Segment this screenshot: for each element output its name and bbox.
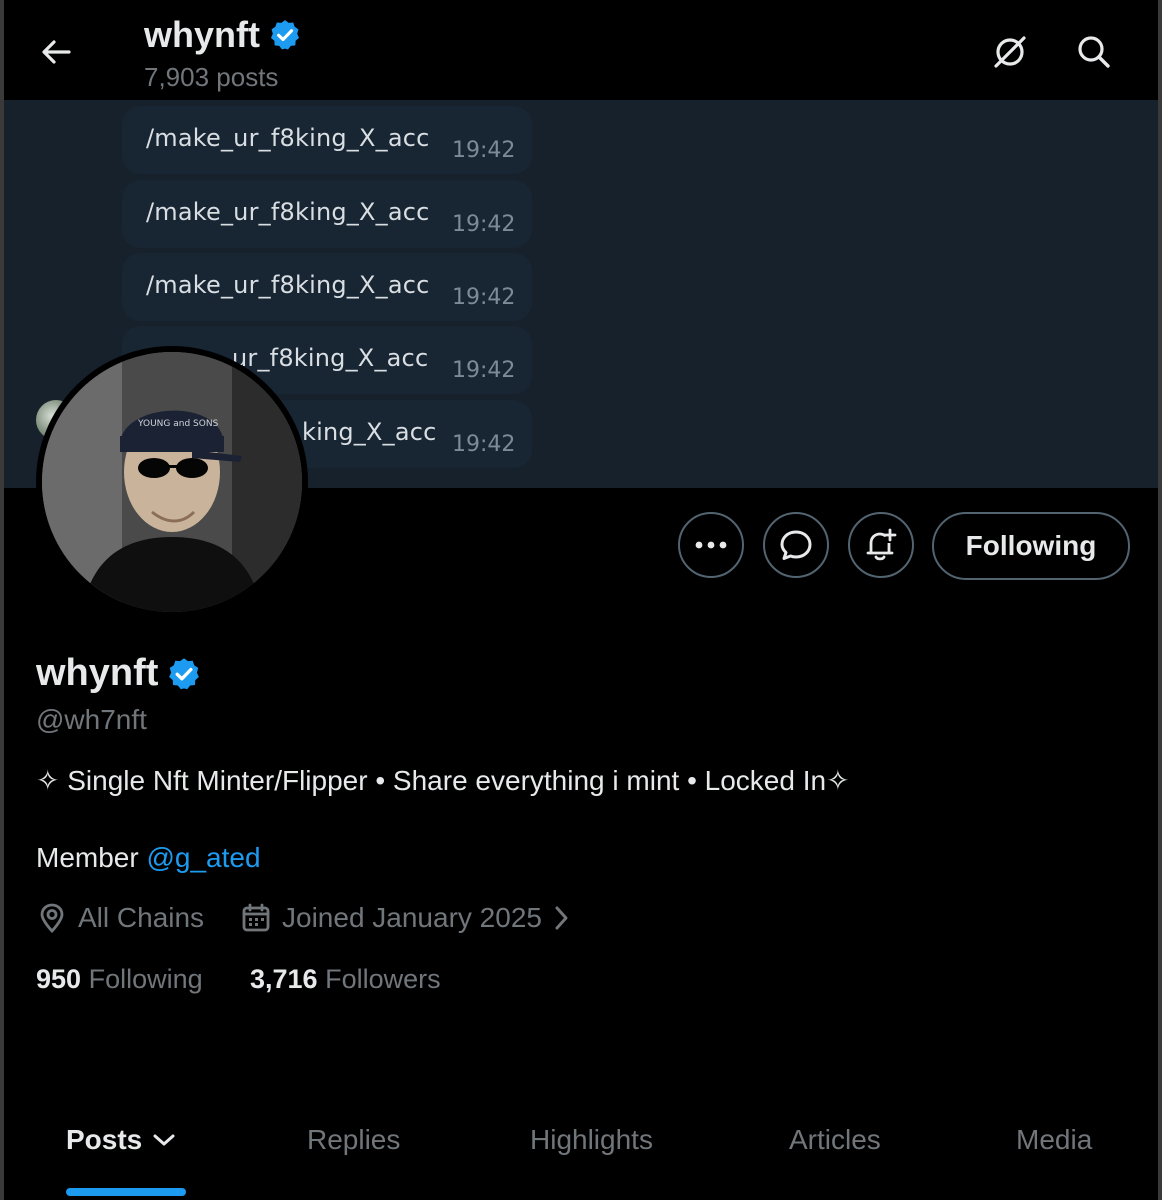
back-arrow-icon xyxy=(42,40,71,64)
chat-command: /make_ur_f8king_X_acc xyxy=(146,124,430,152)
location: All Chains xyxy=(36,902,204,934)
posts-count: 7,903 posts xyxy=(144,62,279,92)
followers-count-link[interactable]: 3,716 Followers xyxy=(250,964,441,995)
avatar-portrait: YOUNG and SONS xyxy=(42,352,302,612)
location-icon xyxy=(40,903,64,934)
chat-time: 19:42 xyxy=(452,138,516,163)
following-label: Following xyxy=(88,964,203,994)
profile-avatar[interactable]: YOUNG and SONS xyxy=(36,346,308,618)
avatar-photo: YOUNG and SONS xyxy=(42,352,302,612)
notifications-button[interactable] xyxy=(848,512,914,578)
chat-time: 19:42 xyxy=(452,212,516,237)
chat-time: 19:42 xyxy=(452,285,516,310)
chat-command: /make_ur_f8king_X_acc xyxy=(146,198,430,226)
chat-command: king_X_acc xyxy=(302,418,437,446)
joined-text: Joined January 2025 xyxy=(282,902,542,933)
profile-header: whynft 7,903 posts xyxy=(4,0,1158,100)
more-icon xyxy=(695,541,727,549)
tab-media[interactable]: Media xyxy=(1016,1124,1092,1156)
tab-articles[interactable]: Articles xyxy=(789,1124,881,1156)
following-count: 950 xyxy=(36,964,82,994)
grok-icon xyxy=(994,36,1026,68)
more-button[interactable] xyxy=(678,512,744,578)
chat-time: 19:42 xyxy=(452,432,516,457)
joined-date[interactable]: Joined January 2025 xyxy=(240,902,570,934)
notification-bell-icon xyxy=(866,528,897,561)
profile-handle: @wh7nft xyxy=(36,704,147,735)
chat-bubble: /make_ur_f8king_X_acc 19:42 xyxy=(122,106,532,174)
member-prefix: Member xyxy=(36,842,139,873)
calendar-icon xyxy=(242,903,270,932)
active-tab-indicator xyxy=(66,1188,186,1196)
tab-posts-label: Posts xyxy=(66,1124,143,1155)
profile-bio: ✧ Single Nft Minter/Flipper • Share ever… xyxy=(36,765,850,796)
back-button[interactable] xyxy=(34,30,78,74)
grok-button[interactable] xyxy=(988,30,1032,74)
followers-count: 3,716 xyxy=(250,964,318,994)
chat-command: /make_ur_f8king_X_acc xyxy=(146,271,430,299)
message-icon xyxy=(780,530,812,560)
followers-label: Followers xyxy=(325,964,441,994)
chevron-right-icon xyxy=(555,906,568,930)
search-button[interactable] xyxy=(1072,30,1116,74)
chat-time: 19:42 xyxy=(452,358,516,383)
tab-highlights[interactable]: Highlights xyxy=(530,1124,653,1156)
header-title: whynft xyxy=(144,14,302,56)
verified-badge-icon xyxy=(270,20,300,50)
profile-name-row: whynft xyxy=(36,652,202,695)
message-button[interactable] xyxy=(763,512,829,578)
chevron-down-icon xyxy=(153,1134,175,1146)
location-text: All Chains xyxy=(78,902,205,933)
profile-name: whynft xyxy=(36,652,159,694)
following-count-link[interactable]: 950 Following xyxy=(36,964,203,995)
search-icon xyxy=(1078,36,1110,68)
chat-bubble: /make_ur_f8king_X_acc 19:42 xyxy=(122,180,532,248)
header-name: whynft xyxy=(144,14,260,55)
following-button[interactable]: Following xyxy=(932,512,1130,580)
chat-command: ur_f8king_X_acc xyxy=(232,344,429,372)
chat-bubble: /make_ur_f8king_X_acc 19:42 xyxy=(122,253,532,321)
tab-replies[interactable]: Replies xyxy=(307,1124,400,1156)
member-link[interactable]: @g_ated xyxy=(146,842,260,873)
svg-text:YOUNG and SONS: YOUNG and SONS xyxy=(137,419,219,429)
verified-badge-icon[interactable] xyxy=(166,656,202,692)
profile-member-line: Member @g_ated xyxy=(36,842,261,874)
tab-posts[interactable]: Posts xyxy=(66,1124,176,1156)
